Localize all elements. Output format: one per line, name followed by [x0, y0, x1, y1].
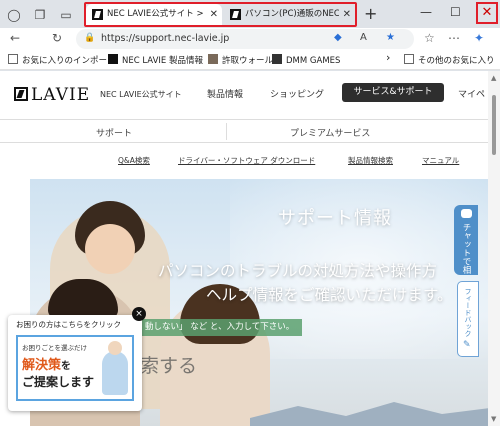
- navigation-bar: ← ↻ 🔒 https://support.nec-lavie.jp ◆ A ★…: [0, 28, 500, 50]
- profile-icon[interactable]: ◯: [6, 7, 22, 23]
- tab-strip: ◯ ❐ ▭ NEC LAVIE公式サイト > サービ ✕ パソコン(PC)通販の…: [0, 0, 500, 30]
- sub-navigation: サポート プレミアムサービス: [0, 119, 488, 143]
- tab-close-icon[interactable]: ✕: [343, 4, 351, 25]
- tabs-highlight-frame: NEC LAVIE公式サイト > サービ ✕ パソコン(PC)通販のNEC LA…: [84, 2, 357, 27]
- minimize-button[interactable]: —: [420, 5, 432, 19]
- maximize-button[interactable]: ☐: [450, 5, 461, 19]
- chat-consult-tab[interactable]: チャットで相: [454, 205, 478, 275]
- hero-description-line1: パソコンのトラブルの対処方法や操作方: [158, 262, 438, 280]
- copilot-icon[interactable]: ✦: [474, 31, 484, 45]
- link-qa-search[interactable]: Q&A検索: [118, 155, 150, 166]
- quick-links: Q&A検索 ドライバー・ソフトウェア ダウンロード 製品情報検索 マニュアル: [0, 155, 488, 169]
- lock-icon[interactable]: 🔒: [84, 33, 95, 43]
- nec-favicon-icon: [108, 54, 118, 64]
- favorite-label: DMM GAMES: [286, 56, 341, 66]
- dmm-favicon-icon: [272, 54, 282, 64]
- favorites-bar: お気に入りのインポート NEC LAVIE 製品情報 許取ウォール DMM GA…: [0, 50, 500, 70]
- tab-close-icon[interactable]: ✕: [210, 4, 218, 25]
- feedback-icon: ✎: [463, 340, 471, 350]
- back-icon[interactable]: ←: [10, 31, 20, 45]
- wall-favicon-icon: [208, 54, 218, 64]
- workspaces-icon[interactable]: ❐: [32, 7, 48, 23]
- refresh-icon[interactable]: ↻: [52, 31, 62, 45]
- nav-mypage[interactable]: マイペ: [458, 87, 485, 100]
- scroll-up-icon[interactable]: ▲: [491, 74, 496, 82]
- tab-nec-shop[interactable]: パソコン(PC)通販のNEC LAVIE ✕: [224, 4, 355, 25]
- hero-search-text[interactable]: 索する: [140, 351, 197, 378]
- address-bar[interactable]: 🔒 https://support.nec-lavie.jp ◆ A ★: [76, 29, 414, 49]
- window-close-button[interactable]: ✕: [476, 2, 498, 24]
- favorite-label: 許取ウォール: [222, 56, 274, 66]
- help-widget-heading: お困りの方はこちらをクリック: [16, 320, 121, 329]
- help-widget-banner[interactable]: お困りごとを選ぶだけ 解決策を ご提案します: [16, 335, 134, 401]
- hero-description-line2: ヘルプ情報をご確認いただけます。: [206, 286, 453, 304]
- help-main-text: 解決策を: [22, 354, 71, 373]
- favorite-label: お気に入りのインポート: [22, 56, 116, 66]
- favorite-label: その他のお気に入り: [418, 56, 495, 66]
- hero-title: サポート情報: [278, 208, 392, 229]
- feedback-tab[interactable]: フィードバック ✎: [457, 281, 479, 357]
- tab-title: パソコン(PC)通販のNEC LAVIE: [245, 9, 339, 19]
- lavie-logo[interactable]: LAVIE: [14, 85, 90, 105]
- lavie-logo-icon: [14, 87, 28, 101]
- help-main-line2: ご提案します: [22, 375, 95, 389]
- favorites-icon[interactable]: ☆: [424, 31, 435, 45]
- url-text[interactable]: https://support.nec-lavie.jp: [101, 33, 229, 44]
- nec-favicon-icon: [230, 9, 241, 20]
- read-aloud-icon[interactable]: A: [360, 32, 367, 43]
- favorite-label: NEC LAVIE 製品情報: [122, 56, 203, 66]
- link-manual[interactable]: マニュアル: [422, 155, 459, 166]
- scrollbar-thumb[interactable]: [492, 95, 496, 155]
- support-person-illustration: [102, 341, 128, 395]
- nav-service-support[interactable]: サービス&サポート: [342, 83, 444, 102]
- site-name[interactable]: NEC LAVIE公式サイト: [100, 89, 182, 100]
- chat-tab-label: チャットで相: [461, 223, 471, 274]
- tab-actions-icon[interactable]: ▭: [58, 7, 74, 23]
- link-product-search[interactable]: 製品情報検索: [348, 155, 393, 166]
- folder-icon: [404, 54, 414, 64]
- nec-favicon-icon: [92, 9, 103, 20]
- help-main-suffix: を: [61, 361, 72, 372]
- web-page: LAVIE NEC LAVIE公式サイト 製品情報 ショッピング サービス&サポ…: [0, 71, 488, 426]
- favorite-import[interactable]: お気に入りのインポート: [8, 54, 116, 66]
- more-icon[interactable]: ⋯: [448, 31, 460, 45]
- help-main-word: 解決策: [22, 358, 62, 373]
- hero-mountains: [250, 402, 488, 426]
- subnav-premium[interactable]: プレミアムサービス: [290, 126, 370, 139]
- logo-text: LAVIE: [31, 85, 91, 105]
- site-header: LAVIE NEC LAVIE公式サイト 製品情報 ショッピング サービス&サポ…: [0, 71, 488, 115]
- nav-shopping[interactable]: ショッピング: [270, 87, 324, 100]
- help-widget[interactable]: お困りの方はこちらをクリック お困りごとを選ぶだけ 解決策を ご提案します: [8, 315, 142, 411]
- help-widget-close-button[interactable]: ×: [132, 307, 146, 321]
- chat-bubble-icon: [461, 209, 472, 218]
- link-driver-download[interactable]: ドライバー・ソフトウェア ダウンロード: [178, 155, 315, 166]
- tag-icon[interactable]: ◆: [334, 32, 342, 43]
- favorite-dmm[interactable]: DMM GAMES: [272, 54, 340, 66]
- hero-photo-face: [85, 224, 135, 274]
- tab-title: NEC LAVIE公式サイト > サービ: [107, 9, 206, 19]
- tab-nec-support[interactable]: NEC LAVIE公式サイト > サービ ✕: [86, 4, 222, 25]
- folder-icon: [8, 54, 18, 64]
- subnav-divider: [226, 123, 227, 140]
- nav-products[interactable]: 製品情報: [207, 87, 243, 100]
- search-hint: 動しない」 など と、入力して下さい。: [137, 319, 303, 336]
- other-favorites[interactable]: その他のお気に入り: [404, 54, 495, 66]
- subnav-support[interactable]: サポート: [96, 126, 132, 139]
- help-sub-text: お困りごとを選ぶだけ: [22, 344, 87, 352]
- scroll-down-icon[interactable]: ▼: [491, 415, 496, 423]
- favorites-more-button[interactable]: ›: [386, 51, 390, 64]
- favorite-wall[interactable]: 許取ウォール: [208, 54, 273, 66]
- favorite-nec-products[interactable]: NEC LAVIE 製品情報: [108, 54, 203, 66]
- new-tab-button[interactable]: +: [364, 4, 377, 23]
- feedback-label: フィードバック: [464, 288, 472, 337]
- page-scrollbar[interactable]: ▲ ▼: [488, 71, 500, 426]
- favorite-star-icon[interactable]: ★: [386, 32, 395, 43]
